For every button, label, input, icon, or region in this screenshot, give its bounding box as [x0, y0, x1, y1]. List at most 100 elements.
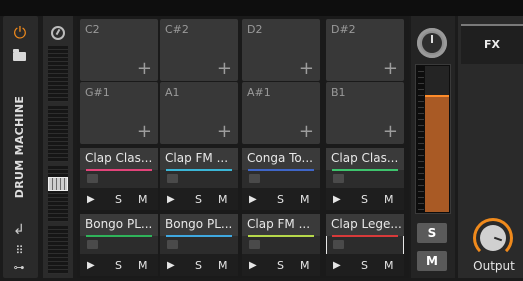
solo-toggle[interactable]: S [195, 194, 202, 206]
output-label: Output [473, 259, 515, 273]
drum-pad[interactable]: Clap FM ... ▶ S M [242, 214, 320, 276]
drum-pad[interactable]: Clap Clas... ▶ S M [326, 148, 404, 210]
add-icon[interactable]: + [137, 60, 152, 78]
add-icon[interactable]: + [217, 123, 232, 141]
drum-pad[interactable]: Clap Lege... ▶ S M [326, 214, 404, 276]
drum-pad-empty[interactable]: C2 + [80, 19, 158, 81]
pad-note-label: C#2 [165, 23, 189, 36]
pad-title-bar[interactable]: Bongo PL... [80, 214, 158, 236]
solo-toggle[interactable]: S [277, 260, 284, 272]
pad-title-bar[interactable]: Clap FM ... [242, 214, 320, 236]
pad-activity-led [87, 174, 98, 183]
grid-dots-icon[interactable]: ⠿ [11, 245, 27, 257]
keyboard-strip-selected[interactable] [48, 166, 68, 222]
play-icon[interactable]: ▶ [87, 260, 95, 272]
pad-color-bar [166, 235, 232, 237]
pad-activity-led [249, 174, 260, 183]
play-icon[interactable]: ▶ [87, 194, 95, 206]
play-icon[interactable]: ▶ [167, 260, 175, 272]
mute-toggle[interactable]: M [138, 260, 148, 272]
drum-pad[interactable]: Clap FM ... ▶ S M [160, 148, 238, 210]
play-icon[interactable]: ▶ [249, 194, 257, 206]
pad-controls: ▶ S M [80, 254, 158, 276]
pad-note-label: C2 [85, 23, 100, 36]
drum-pad-empty[interactable]: A1 + [160, 82, 238, 144]
pad-title-bar[interactable]: Conga To... [242, 148, 320, 170]
drum-pad-empty[interactable]: B1 + [326, 82, 404, 144]
pad-note-label: A1 [165, 86, 180, 99]
drum-pad-empty[interactable]: G#1 + [80, 82, 158, 144]
pad-title-bar[interactable]: Bongo PL... [160, 214, 238, 236]
drum-pad-empty[interactable]: D#2 + [326, 19, 404, 81]
pad-sample-name: Clap FM ... [165, 151, 229, 165]
mute-toggle[interactable]: M [300, 194, 310, 206]
drum-pad[interactable]: Conga To... ▶ S M [242, 148, 320, 210]
add-icon[interactable]: + [217, 60, 232, 78]
add-icon[interactable]: + [299, 60, 314, 78]
mute-toggle[interactable]: M [384, 260, 394, 272]
return-arrow-icon[interactable]: ↲ [9, 222, 29, 238]
folder-icon[interactable] [13, 49, 26, 61]
pad-activity-led [249, 240, 260, 249]
pad-title-bar[interactable]: Clap FM ... [160, 148, 238, 170]
meter-fill [425, 95, 449, 212]
solo-toggle[interactable]: S [195, 260, 202, 272]
play-icon[interactable]: ▶ [333, 260, 341, 272]
play-icon[interactable]: ▶ [249, 260, 257, 272]
keyboard-strip-lower[interactable] [48, 226, 68, 274]
solo-button[interactable]: S [417, 223, 447, 243]
drum-pad-empty[interactable]: C#2 + [160, 19, 238, 81]
drum-pad[interactable]: Clap Clas... ▶ S M [80, 148, 158, 210]
mute-toggle[interactable]: M [218, 260, 228, 272]
add-icon[interactable]: + [383, 123, 398, 141]
keyboard-strip-middle[interactable] [48, 106, 68, 162]
keyboard-strip-upper[interactable] [48, 46, 68, 102]
pad-sample-name: Clap Clas... [331, 151, 399, 165]
pad-controls: ▶ S M [326, 188, 404, 210]
pad-activity-led [333, 174, 344, 183]
solo-toggle[interactable]: S [277, 194, 284, 206]
add-icon[interactable]: + [137, 123, 152, 141]
drum-pad[interactable]: Bongo PL... ▶ S M [160, 214, 238, 276]
drum-pad-empty[interactable]: D2 + [242, 19, 320, 81]
pad-activity-led [167, 174, 178, 183]
play-icon[interactable]: ▶ [167, 194, 175, 206]
pad-note-label: B1 [331, 86, 346, 99]
solo-toggle[interactable]: S [115, 260, 122, 272]
mute-button[interactable]: M [417, 251, 447, 271]
pad-color-bar [86, 235, 152, 237]
play-icon[interactable]: ▶ [333, 194, 341, 206]
pad-sample-name: Conga To... [247, 151, 313, 165]
pad-note-label: D2 [247, 23, 263, 36]
top-bar [0, 0, 523, 16]
volume-knob-indicator [431, 35, 433, 43]
mute-toggle[interactable]: M [300, 260, 310, 272]
pad-controls: ▶ S M [242, 188, 320, 210]
chain-icon[interactable]: ⊶ [9, 262, 29, 274]
solo-toggle[interactable]: S [361, 194, 368, 206]
pad-title-bar[interactable]: Clap Clas... [80, 148, 158, 170]
fx-tab[interactable]: FX [461, 24, 523, 64]
device-title: DRUM MACHINE [13, 95, 26, 199]
pad-sample-name: Clap Clas... [85, 151, 153, 165]
power-icon[interactable]: ⏻ [10, 24, 30, 42]
drum-pad[interactable]: Bongo PL... ▶ S M [80, 214, 158, 276]
pad-title-bar[interactable]: Clap Clas... [326, 148, 404, 170]
add-icon[interactable]: + [299, 123, 314, 141]
keyboard-active-octave[interactable] [48, 177, 68, 191]
pad-activity-led [167, 240, 178, 249]
tuner-icon[interactable] [51, 26, 65, 40]
mute-toggle[interactable]: M [384, 194, 394, 206]
add-icon[interactable]: + [383, 60, 398, 78]
solo-toggle[interactable]: S [361, 260, 368, 272]
pad-sample-name: Clap Lege... [331, 217, 402, 231]
mute-toggle[interactable]: M [138, 194, 148, 206]
pad-color-bar [332, 235, 398, 237]
solo-toggle[interactable]: S [115, 194, 122, 206]
mute-toggle[interactable]: M [218, 194, 228, 206]
pad-note-label: A#1 [247, 86, 271, 99]
pad-title-bar[interactable]: Clap Lege... [326, 214, 404, 236]
drum-pad-empty[interactable]: A#1 + [242, 82, 320, 144]
pad-color-bar [86, 169, 152, 171]
pad-activity-led [87, 240, 98, 249]
